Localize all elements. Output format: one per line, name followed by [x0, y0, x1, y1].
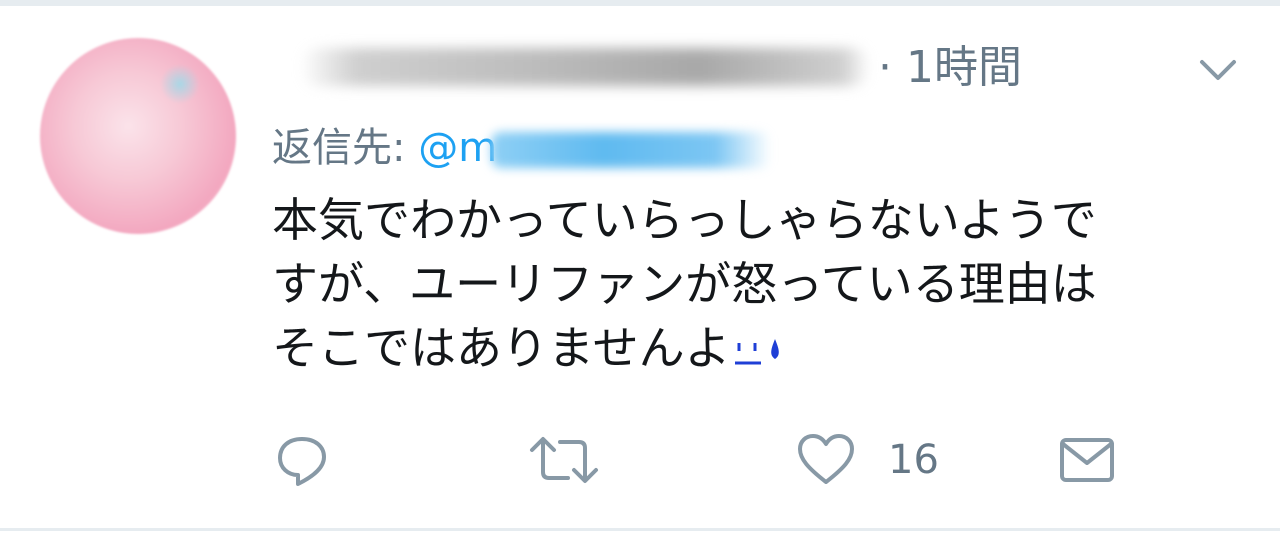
- reply-to-line: 返信先: @m: [272, 118, 772, 178]
- tweet-actions: 16: [0, 430, 1280, 490]
- reply-handle-blurred: [491, 132, 772, 168]
- like-button[interactable]: 16: [796, 430, 939, 490]
- reply-button[interactable]: [274, 430, 330, 490]
- heart-icon: [798, 434, 854, 484]
- direct-message-button[interactable]: [1058, 430, 1116, 490]
- top-divider: [0, 0, 1280, 6]
- avatar[interactable]: [40, 38, 236, 234]
- bottom-divider: [0, 528, 1280, 531]
- user-name-blurred[interactable]: [300, 48, 870, 86]
- like-count: 16: [888, 437, 939, 483]
- reply-to-handle[interactable]: @m: [418, 125, 772, 171]
- reply-handle-prefix: @m: [418, 125, 498, 171]
- tweet-line-1: 本気でわかっていらっしゃらないようで: [272, 193, 1097, 247]
- tweet-line-3-text: そこではありませんよ: [272, 321, 731, 375]
- tweet-line-3: そこではありませんよ: [272, 316, 1252, 380]
- tweet-timestamp[interactable]: · 1時間: [878, 40, 1022, 96]
- envelope-icon: [1060, 438, 1114, 482]
- retweet-icon: [530, 437, 598, 483]
- retweet-button[interactable]: [528, 430, 600, 490]
- reply-icon: [278, 437, 326, 486]
- chevron-down-icon[interactable]: [1196, 52, 1240, 88]
- reply-to-label: 返信先:: [272, 125, 419, 171]
- sweat-face-emoticon-icon: [734, 338, 779, 364]
- tweet-line-2: すが、ユーリファンが怒っている理由は: [272, 257, 1097, 311]
- tweet-text: 本気でわかっていらっしゃらないようで すが、ユーリファンが怒っている理由は そこ…: [272, 188, 1252, 380]
